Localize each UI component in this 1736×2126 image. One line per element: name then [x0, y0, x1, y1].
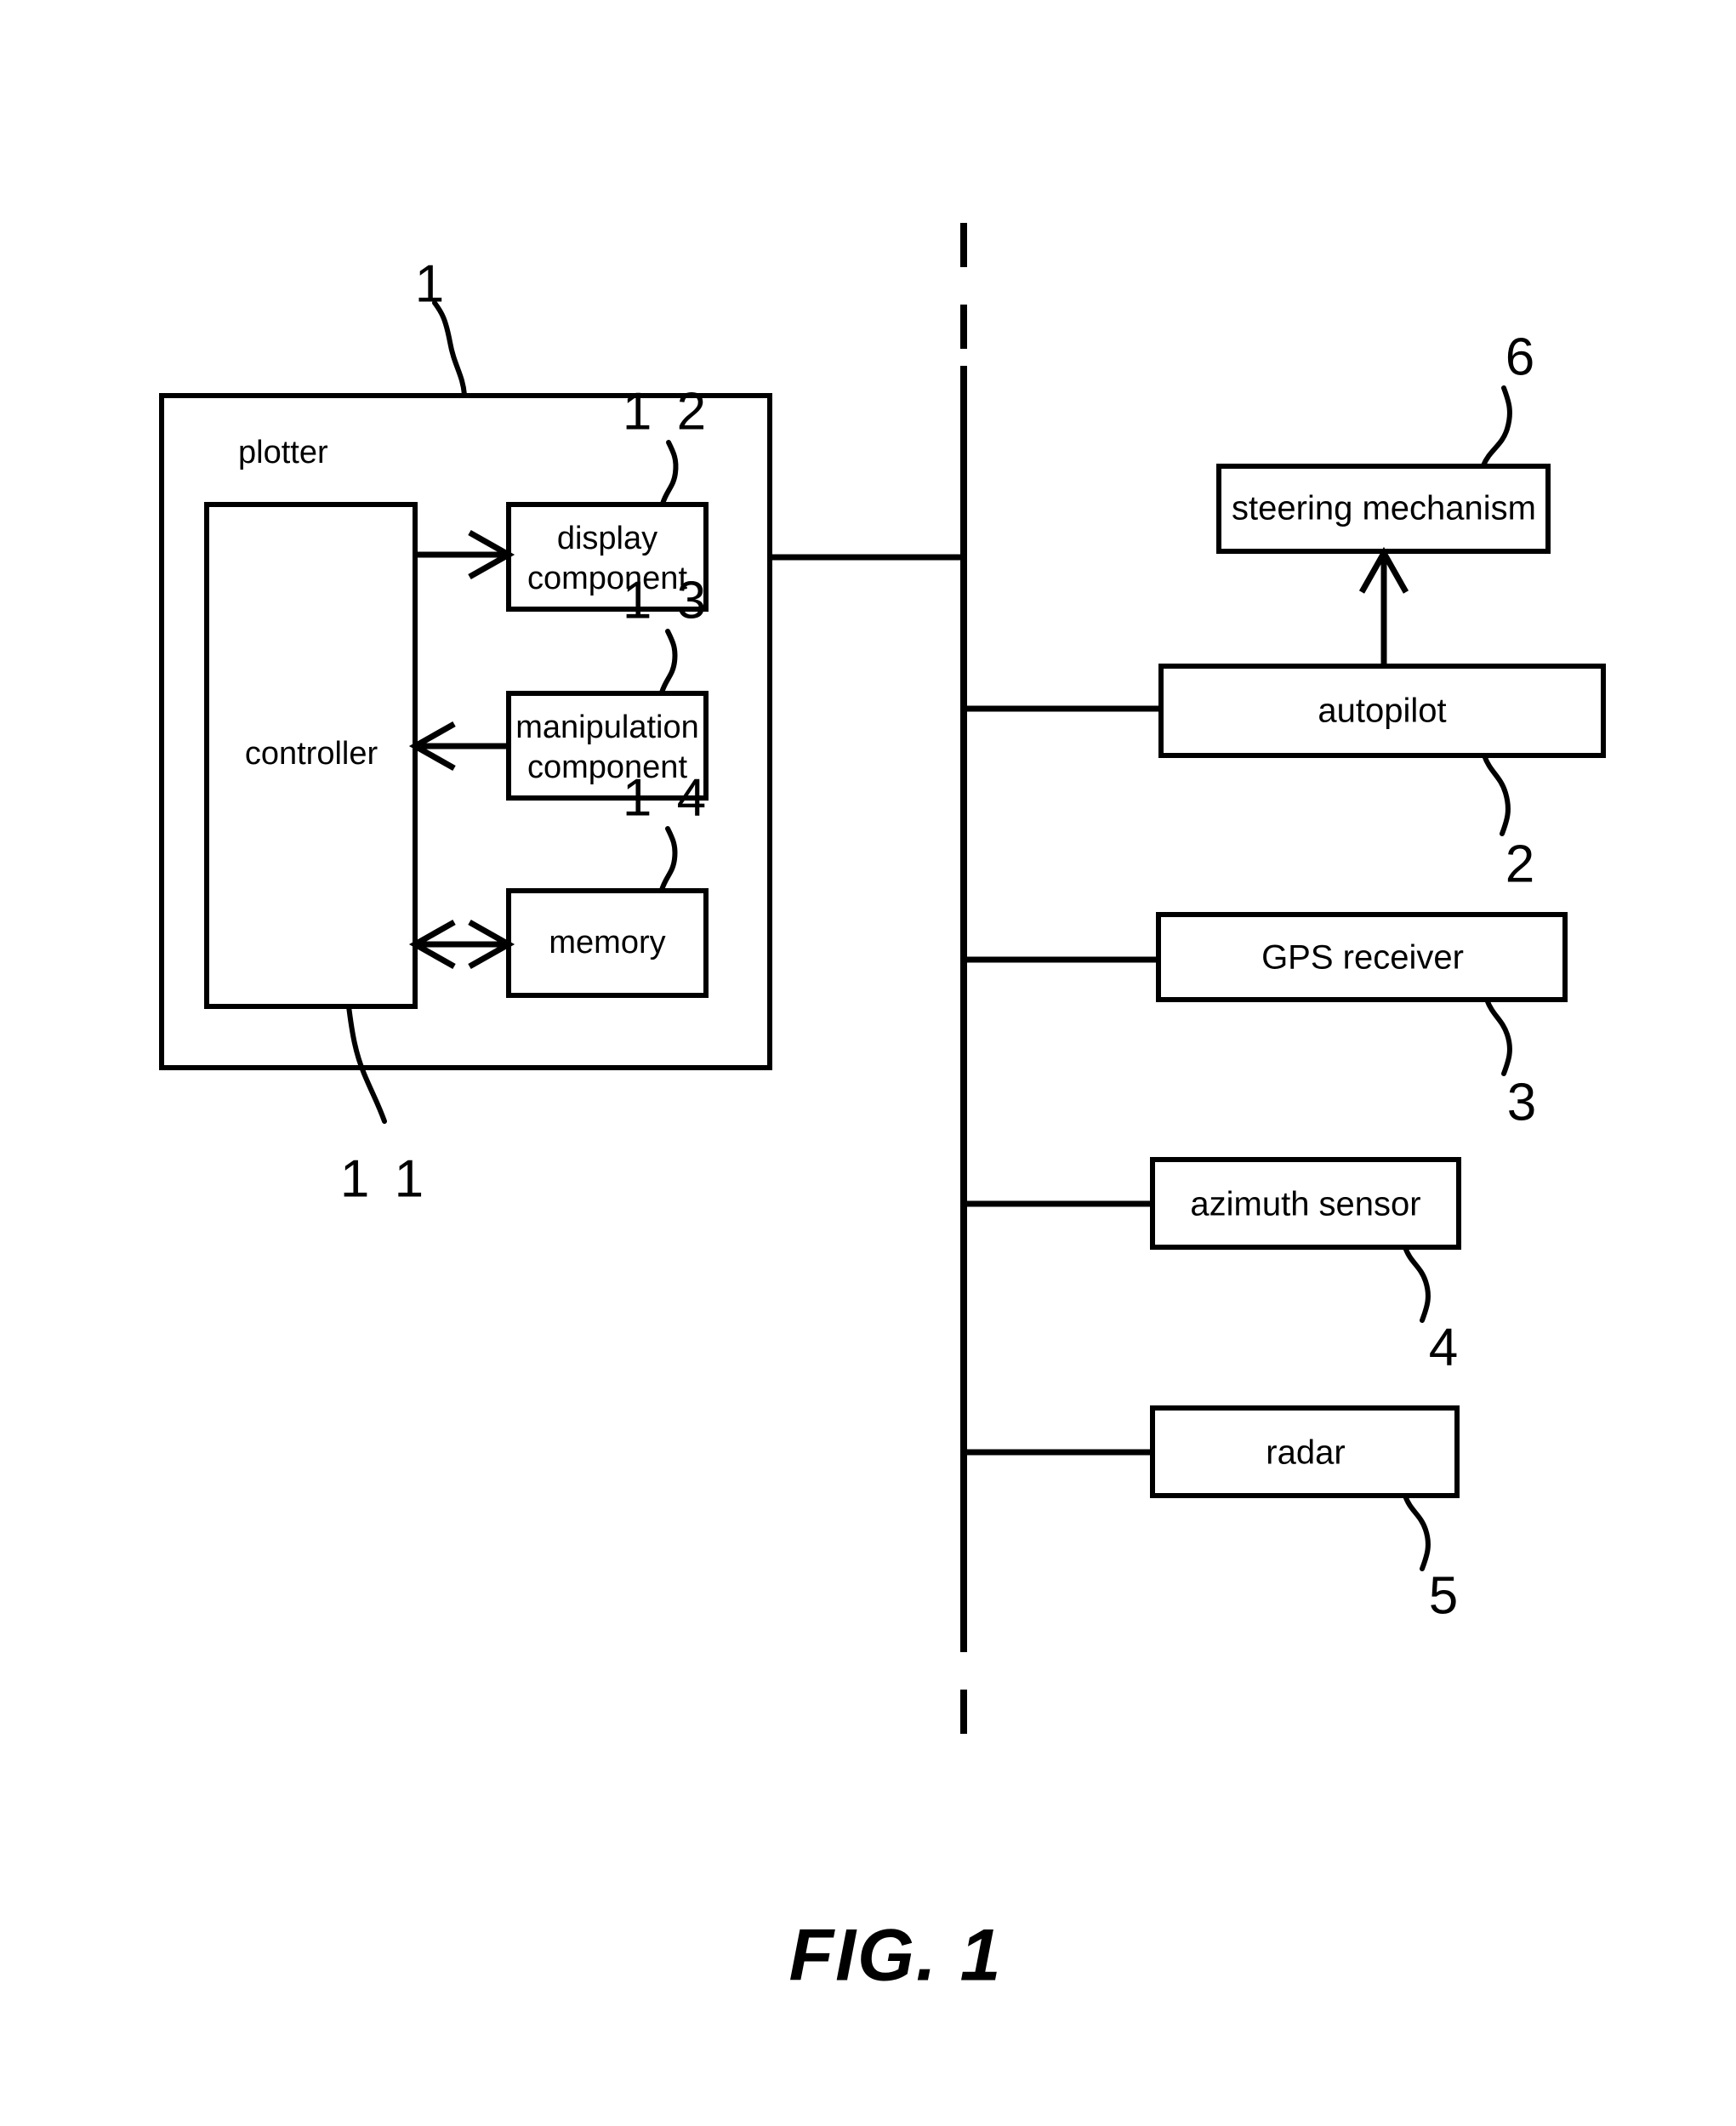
gps-receiver-label: GPS receiver — [1261, 939, 1464, 977]
leader-line-steering-mechanism — [1481, 385, 1512, 468]
display-component-label-line1: display — [557, 521, 657, 556]
leader-line-gps-receiver — [1484, 997, 1512, 1076]
steering-mechanism-label: steering mechanism — [1232, 490, 1536, 527]
reference-number-radar: 5 — [1429, 1566, 1463, 1625]
reference-number-display-component: 1 2 — [623, 382, 711, 441]
patent-figure-diagram: plotter 1 controller 1 1 display compone… — [159, 223, 1606, 1997]
controller-label: controller — [245, 736, 379, 772]
figure-caption: FIG. 1 — [789, 1915, 1003, 1997]
reference-number-autopilot: 2 — [1505, 835, 1540, 893]
reference-number-controller: 1 1 — [340, 1149, 429, 1208]
leader-line-controller — [346, 1004, 387, 1124]
reference-number-steering-mechanism: 6 — [1505, 328, 1540, 386]
leader-line-plotter — [432, 300, 467, 397]
leader-line-azimuth-sensor — [1403, 1245, 1431, 1323]
azimuth-sensor-label: azimuth sensor — [1190, 1186, 1420, 1223]
leader-line-display-component — [660, 440, 679, 506]
plotter-label: plotter — [238, 435, 328, 470]
radar-label: radar — [1266, 1434, 1345, 1472]
leader-line-autopilot — [1482, 753, 1511, 836]
reference-number-gps-receiver: 3 — [1507, 1073, 1541, 1131]
leader-line-memory — [659, 826, 678, 892]
memory-label: memory — [549, 925, 665, 960]
reference-number-manipulation-component: 1 3 — [623, 571, 711, 630]
leader-line-manipulation-component — [659, 629, 678, 695]
manipulation-component-label-line1: manipulation — [515, 710, 698, 745]
reference-number-azimuth-sensor: 4 — [1429, 1318, 1463, 1376]
leader-line-radar — [1403, 1493, 1431, 1571]
reference-number-memory: 1 4 — [623, 768, 711, 827]
figure-root: plotter 1 controller 1 1 display compone… — [0, 0, 1736, 2126]
reference-number-plotter: 1 — [415, 254, 449, 313]
autopilot-label: autopilot — [1318, 693, 1446, 730]
